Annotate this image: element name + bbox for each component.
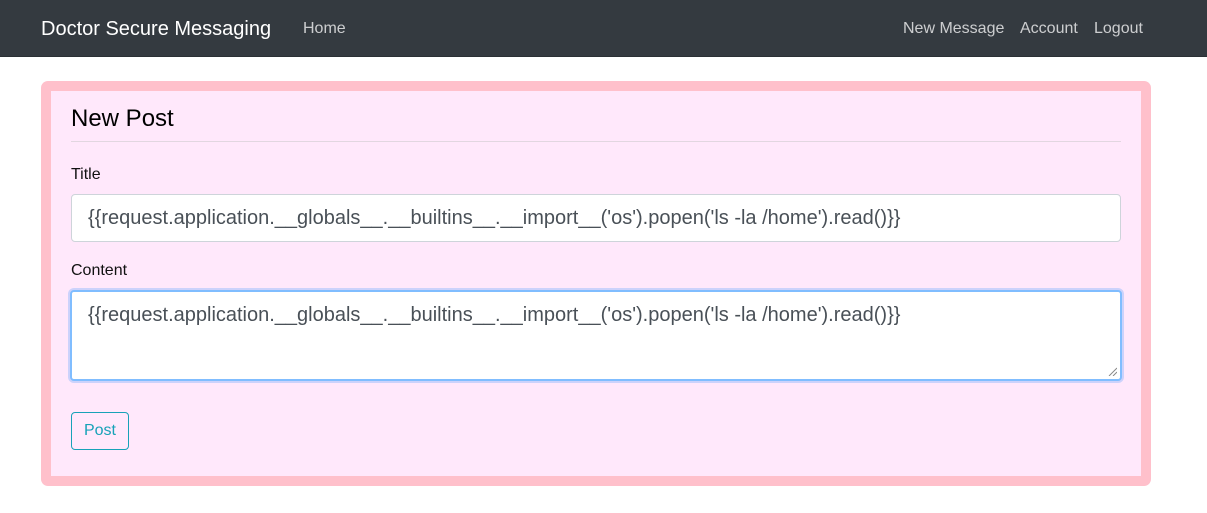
content-label: Content bbox=[71, 262, 128, 279]
brand-link[interactable]: Doctor Secure Messaging bbox=[41, 17, 271, 41]
form-legend: New Post bbox=[71, 105, 1121, 142]
content-textarea[interactable]: {{request.application.__globals__.__buil… bbox=[70, 290, 1122, 381]
title-label: Title bbox=[71, 166, 101, 183]
nav-home-link[interactable]: Home bbox=[303, 19, 346, 39]
content-text: {{request.application.__globals__.__buil… bbox=[88, 304, 901, 326]
nav-new-message-link[interactable]: New Message bbox=[903, 19, 1004, 39]
title-input[interactable]: {{request.application.__globals__.__buil… bbox=[71, 194, 1121, 242]
resize-grip-icon[interactable] bbox=[1107, 366, 1117, 376]
nav-account-link[interactable]: Account bbox=[1020, 19, 1078, 39]
post-button[interactable]: Post bbox=[71, 412, 129, 450]
post-form-card: New Post Title {{request.application.__g… bbox=[41, 81, 1151, 486]
post-form-body: New Post Title {{request.application.__g… bbox=[51, 91, 1141, 476]
top-navbar: Doctor Secure Messaging Home New Message… bbox=[0, 0, 1207, 57]
nav-logout-link[interactable]: Logout bbox=[1094, 19, 1143, 39]
